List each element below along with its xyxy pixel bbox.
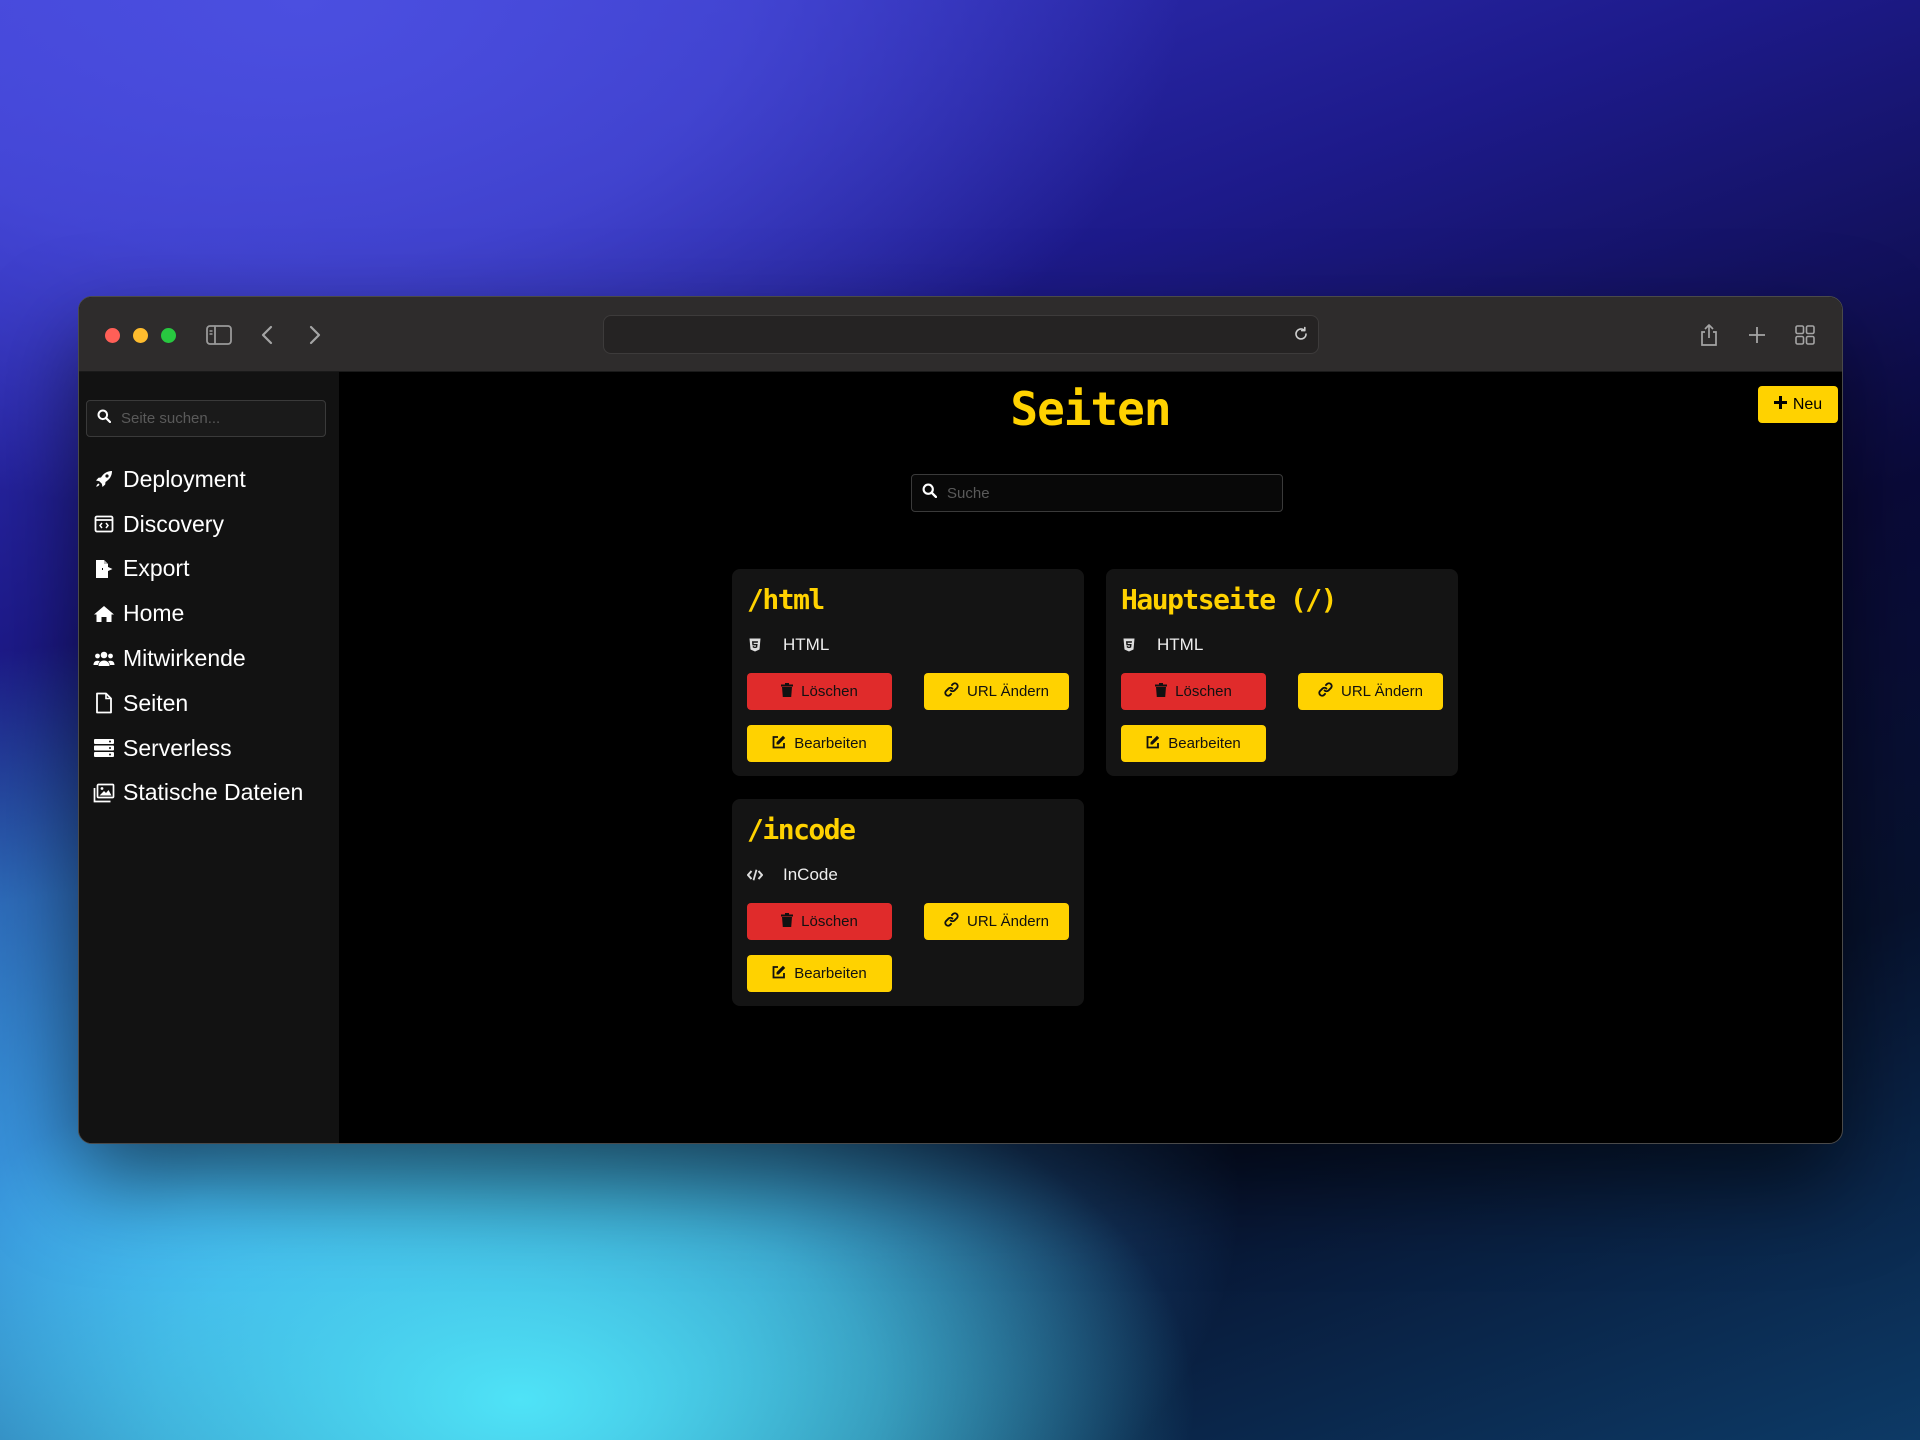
edit-button[interactable]: Bearbeiten bbox=[747, 725, 892, 762]
edit-button-label: Bearbeiten bbox=[1168, 735, 1241, 752]
page-search[interactable] bbox=[911, 474, 1283, 512]
new-tab-icon[interactable] bbox=[1741, 319, 1773, 351]
sidebar-item-statische-dateien[interactable]: Statische Dateien bbox=[93, 771, 303, 816]
edit-button-label: Bearbeiten bbox=[794, 735, 867, 752]
sidebar-item-label: Deployment bbox=[123, 465, 246, 492]
sidebar-item-label: Export bbox=[123, 555, 190, 582]
change-url-button[interactable]: URL Ändern bbox=[924, 903, 1069, 940]
change-url-button-label: URL Ändern bbox=[967, 913, 1049, 930]
rocket-icon bbox=[93, 468, 115, 490]
server-icon bbox=[93, 737, 115, 759]
sidebar-toggle-icon[interactable] bbox=[203, 319, 235, 351]
users-icon bbox=[93, 648, 115, 670]
page-card: Hauptseite (/) HTML Löschen URL Ändern B… bbox=[1106, 569, 1458, 776]
forward-icon[interactable] bbox=[299, 319, 331, 351]
back-icon[interactable] bbox=[251, 319, 283, 351]
page-type-label: HTML bbox=[783, 635, 830, 654]
sidebar-nav: Deployment Discovery Export Home Mitwirk… bbox=[93, 457, 303, 815]
edit-icon bbox=[772, 735, 786, 753]
page-card-title: Hauptseite (/) bbox=[1121, 583, 1338, 616]
minimize-window-button[interactable] bbox=[133, 328, 148, 343]
tab-overview-icon[interactable] bbox=[1789, 319, 1821, 351]
sidebar-item-label: Statische Dateien bbox=[123, 779, 304, 806]
edit-button-label: Bearbeiten bbox=[794, 965, 867, 982]
share-icon[interactable] bbox=[1693, 319, 1725, 351]
sidebar-search-input[interactable] bbox=[121, 410, 301, 427]
sidebar-item-serverless[interactable]: Serverless bbox=[93, 726, 303, 771]
sidebar-search[interactable] bbox=[86, 400, 326, 437]
reload-icon[interactable] bbox=[1292, 325, 1310, 348]
link-icon bbox=[1318, 682, 1333, 701]
code-icon bbox=[747, 867, 763, 883]
page-search-input[interactable] bbox=[947, 484, 1127, 502]
sidebar-item-label: Discovery bbox=[123, 510, 224, 537]
browser-toolbar bbox=[79, 297, 1842, 372]
search-icon bbox=[97, 409, 112, 428]
sidebar-item-deployment[interactable]: Deployment bbox=[93, 457, 303, 502]
html5-icon bbox=[747, 637, 763, 653]
page-type-label: HTML bbox=[1157, 635, 1204, 654]
images-icon bbox=[93, 782, 115, 804]
sidebar-item-label: Seiten bbox=[123, 689, 189, 716]
edit-button[interactable]: Bearbeiten bbox=[747, 955, 892, 992]
plus-icon bbox=[1773, 395, 1787, 414]
trash-icon bbox=[1155, 682, 1168, 701]
address-bar[interactable] bbox=[603, 315, 1319, 354]
page-card-type: HTML bbox=[747, 635, 829, 655]
page-card: /incode InCode Löschen URL Ändern Bearbe… bbox=[732, 799, 1084, 1006]
edit-button[interactable]: Bearbeiten bbox=[1121, 725, 1266, 762]
change-url-button[interactable]: URL Ändern bbox=[1298, 673, 1443, 710]
close-window-button[interactable] bbox=[105, 328, 120, 343]
page-card-title: /html bbox=[747, 583, 825, 616]
new-button-label: Neu bbox=[1792, 395, 1823, 413]
page-title: Seiten bbox=[1010, 382, 1171, 436]
sidebar-item-discovery[interactable]: Discovery bbox=[93, 502, 303, 547]
edit-icon bbox=[1146, 735, 1160, 753]
delete-button-label: Löschen bbox=[801, 683, 858, 700]
new-page-button[interactable]: Neu bbox=[1758, 386, 1838, 423]
link-icon bbox=[944, 912, 959, 931]
sidebar-item-export[interactable]: Export bbox=[93, 547, 303, 592]
page-card: /html HTML Löschen URL Ändern Bearbeiten bbox=[732, 569, 1084, 776]
file-export-icon bbox=[93, 558, 115, 580]
page-card-title: /incode bbox=[747, 813, 856, 846]
edit-icon bbox=[772, 965, 786, 983]
browser-window: Deployment Discovery Export bbox=[78, 296, 1843, 1144]
sidebar-item-label: Mitwirkende bbox=[123, 645, 246, 672]
sidebar-item-home[interactable]: Home bbox=[93, 591, 303, 636]
change-url-button-label: URL Ändern bbox=[1341, 683, 1423, 700]
delete-button-label: Löschen bbox=[1175, 683, 1232, 700]
main-area: Seiten Neu /html H bbox=[339, 372, 1842, 1143]
delete-button[interactable]: Löschen bbox=[747, 903, 892, 940]
delete-button[interactable]: Löschen bbox=[1121, 673, 1266, 710]
trash-icon bbox=[781, 912, 794, 931]
delete-button[interactable]: Löschen bbox=[747, 673, 892, 710]
change-url-button-label: URL Ändern bbox=[967, 683, 1049, 700]
change-url-button[interactable]: URL Ändern bbox=[924, 673, 1069, 710]
trash-icon bbox=[781, 682, 794, 701]
home-icon bbox=[93, 603, 115, 625]
link-icon bbox=[944, 682, 959, 701]
html5-icon bbox=[1121, 637, 1137, 653]
page-type-label: InCode bbox=[783, 865, 838, 884]
page-card-type: HTML bbox=[1121, 635, 1203, 655]
sidebar-item-mitwirkende[interactable]: Mitwirkende bbox=[93, 636, 303, 681]
zoom-window-button[interactable] bbox=[161, 328, 176, 343]
sidebar-item-seiten[interactable]: Seiten bbox=[93, 681, 303, 726]
code-window-icon bbox=[93, 513, 115, 535]
page-content: Deployment Discovery Export bbox=[79, 372, 1842, 1143]
page-card-type: InCode bbox=[747, 865, 838, 885]
delete-button-label: Löschen bbox=[801, 913, 858, 930]
sidebar-item-label: Serverless bbox=[123, 734, 232, 761]
search-icon bbox=[922, 483, 938, 503]
sidebar-item-label: Home bbox=[123, 600, 185, 627]
file-icon bbox=[93, 692, 115, 714]
sidebar: Deployment Discovery Export bbox=[79, 372, 339, 1143]
